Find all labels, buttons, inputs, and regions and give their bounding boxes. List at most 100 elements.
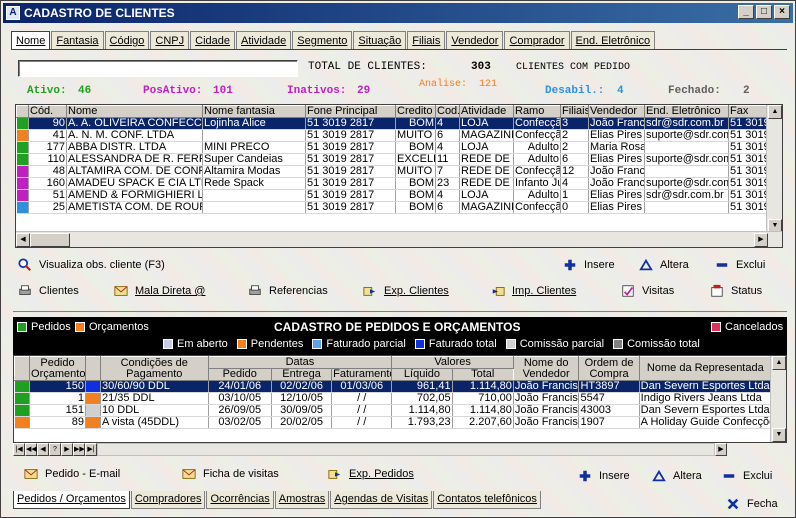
table-row[interactable]: 110ALESSANDRA DE R. FERREIRASuper Candei…	[16, 153, 769, 166]
col-nome-vendedor[interactable]: Nome do Vendedor	[512, 356, 580, 381]
col-entrega[interactable]: Entrega	[270, 368, 333, 381]
clients-col-header[interactable]: Atividade	[459, 105, 514, 118]
clients-col-header[interactable]: Nome fantasia	[202, 105, 306, 118]
order-insert-button[interactable]: Insere	[577, 469, 630, 483]
next-record-icon[interactable]: ▶	[61, 443, 73, 456]
clients-col-header[interactable]: Nome	[66, 105, 203, 118]
client-delete-button[interactable]: Exclui	[714, 258, 765, 272]
next-page-icon[interactable]: ▶▶	[73, 443, 85, 456]
prev-record-icon[interactable]: ◀	[37, 443, 49, 456]
last-record-icon[interactable]: ▶|	[85, 443, 97, 456]
table-row[interactable]: 150 30/60/90 DDL 24/01/06 02/02/06 01/03/06 9…	[14, 380, 773, 393]
col-nome-representada[interactable]: Nome da Representada	[638, 356, 773, 381]
tab-situacao[interactable]: Situação	[353, 31, 407, 49]
orders-vertical-scrollbar[interactable]: ▲ ▼	[770, 356, 786, 442]
tab-cidade[interactable]: Cidade	[190, 31, 235, 49]
scroll-thumb[interactable]	[30, 233, 70, 247]
toolbar-imp-clientes-button[interactable]: Imp. Clientes	[490, 284, 576, 298]
tab-filiais[interactable]: Filiais	[407, 31, 446, 49]
client-insert-button[interactable]: Insere	[562, 258, 615, 272]
order-email-button[interactable]: Pedido - E-mail	[23, 467, 120, 481]
tab-compradores[interactable]: Compradores	[130, 491, 206, 509]
clients-col-header[interactable]: Cód.	[28, 105, 67, 118]
tab-segmento[interactable]: Segmento	[292, 31, 353, 49]
table-row[interactable]: 151 10 DDL 26/09/05 30/09/05/ /1.114,80 1.11…	[14, 404, 773, 417]
legend-label: Faturado parcial	[326, 338, 406, 350]
table-row[interactable]: 90A. A. OLIVEIRA CONFECCOESLojinha Alice…	[16, 117, 769, 130]
table-cell: Elias Pires	[588, 201, 645, 214]
scroll-left-icon[interactable]: ◀	[16, 233, 30, 247]
toolbar-visitas-button[interactable]: Visitas	[620, 284, 674, 298]
toolbar-clientes-button[interactable]: Clientes	[17, 284, 79, 298]
scroll-up-icon[interactable]: ▲	[768, 105, 782, 119]
toolbar-mala-direta-button[interactable]: Mala Direta @	[113, 284, 205, 298]
clients-col-header[interactable]: Cod.	[435, 105, 460, 118]
scroll-up-icon[interactable]: ▲	[772, 356, 786, 370]
export-orders-button[interactable]: Exp. Pedidos	[327, 467, 414, 481]
col-pedido-date[interactable]: Pedido	[207, 368, 272, 381]
tab-comprador[interactable]: Comprador	[504, 31, 570, 49]
table-row[interactable]: 177 ABBA DISTR. LTDA MINI PRECO 51 3019 281…	[16, 141, 769, 154]
clients-col-header[interactable]: Vendedor	[588, 105, 645, 118]
tab-end-eletronico[interactable]: End. Eletrônico	[570, 31, 656, 49]
col-ordem-compra[interactable]: Ordem de Compra	[578, 356, 640, 381]
order-edit-button[interactable]: Altera	[651, 469, 702, 483]
visit-sheet-button[interactable]: Ficha de visitas	[181, 467, 279, 481]
clients-col-header[interactable]: Fax	[728, 105, 769, 118]
close-window-button[interactable]: Fecha	[725, 497, 778, 511]
orders-legend-panel: Pedidos Orçamentos CADASTRO DE PEDIDOS E…	[13, 317, 787, 355]
col-pedido-orcamento[interactable]: Pedido Orçamento	[29, 356, 86, 381]
scroll-right-icon[interactable]: ▶	[754, 233, 768, 247]
tab-cnpj[interactable]: CNPJ	[150, 31, 190, 49]
toolbar-exp-clientes-button[interactable]: Exp. Clientes	[362, 284, 449, 298]
table-row[interactable]: 51AMEND & FORMIGHIERI LTDA 51 3019 2817BO…	[16, 189, 769, 202]
close-button[interactable]: ×	[774, 5, 790, 19]
view-client-notes-button[interactable]: Visualiza obs. cliente (F3)	[17, 258, 165, 272]
tab-contatos-telefonicos[interactable]: Contatos telefônicos	[433, 491, 541, 509]
search-input[interactable]	[18, 60, 298, 77]
tab-atividade[interactable]: Atividade	[236, 31, 292, 49]
col-faturamento[interactable]: Faturamento	[331, 368, 393, 381]
clients-col-header[interactable]: Credito	[395, 105, 436, 118]
clients-col-header[interactable]: End. Eletrônico	[644, 105, 729, 118]
prev-page-icon[interactable]: ◀◀	[25, 443, 37, 456]
table-row[interactable]: 89 A vista (45DDL) 03/02/05 20/02/05/ /1.79…	[14, 416, 773, 429]
tab-agendas-visitas[interactable]: Agendas de Visitas	[330, 491, 433, 509]
table-row[interactable]: 1 21/35 DDL 03/10/05 12/10/05/ /702,05 710,0…	[14, 392, 773, 405]
tab-pedidos-orcamentos[interactable]: Pedidos / Orçamentos	[13, 491, 130, 509]
clients-col-header[interactable]: Ramo	[513, 105, 561, 118]
scroll-down-icon[interactable]: ▼	[772, 428, 786, 442]
table-cell: 48	[28, 165, 67, 178]
tab-nome[interactable]: Nome	[11, 31, 51, 49]
table-row[interactable]: 48ALTAMIRA COM. DE CONFECCOESAltamira Mo…	[16, 165, 769, 178]
order-status-legend: Em aberto Pendentes Faturado parcial Fatura…	[163, 338, 700, 350]
toolbar-referencias-button[interactable]: Referencias	[247, 284, 328, 298]
orders-horizontal-scrollbar[interactable]	[97, 443, 715, 456]
maximize-button[interactable]: □	[756, 5, 772, 19]
table-row[interactable]: 41A. N. M. CONF. LTDA 51 3019 2817MUITO B…	[16, 129, 769, 142]
table-row[interactable]: 25AMETISTA COM. DE ROUPAS 51 3019 2817BOM…	[16, 201, 769, 214]
clients-col-header[interactable]: Fone Principal	[305, 105, 396, 118]
minimize-button[interactable]: _	[738, 5, 754, 19]
tab-ocorrencias[interactable]: Ocorrências	[206, 491, 274, 509]
client-edit-button[interactable]: Altera	[638, 258, 689, 272]
clients-horizontal-scrollbar[interactable]: ◀ ▶	[16, 231, 782, 247]
tab-amostras[interactable]: Amostras	[274, 491, 330, 509]
first-record-icon[interactable]: |◀	[13, 443, 25, 456]
tab-codigo[interactable]: Código	[104, 31, 150, 49]
tab-fantasia[interactable]: Fantasia	[51, 31, 104, 49]
col-liquido[interactable]: Líquido	[391, 368, 453, 381]
order-delete-button[interactable]: Exclui	[721, 469, 772, 483]
clients-col-header[interactable]: Filiais	[560, 105, 589, 118]
table-row[interactable]: 160 AMADEU SPACK E CIA LTDA Rede Spack 51 3…	[16, 177, 769, 190]
scroll-right-icon[interactable]: ▶	[715, 443, 727, 456]
printer-icon	[19, 285, 31, 295]
export-icon	[328, 470, 341, 479]
cancelados-swatch	[711, 322, 721, 332]
toolbar-status-button[interactable]: Status	[709, 284, 762, 298]
help-icon[interactable]: ?	[49, 443, 61, 456]
col-condicoes-pagamento[interactable]: Condições de Pagamento	[100, 356, 209, 381]
tab-vendedor[interactable]: Vendedor	[446, 31, 504, 49]
clients-vertical-scrollbar[interactable]: ▲ ▼	[766, 105, 782, 233]
col-total[interactable]: Total	[451, 368, 514, 381]
